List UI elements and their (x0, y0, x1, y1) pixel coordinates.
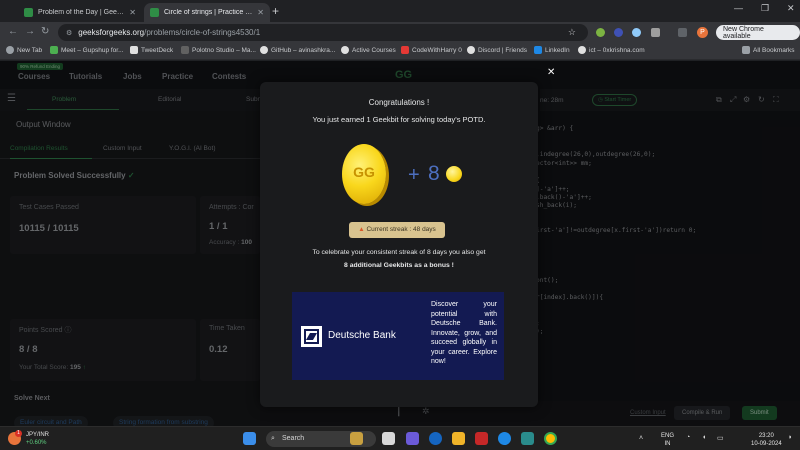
fire-icon: ▲ (358, 226, 365, 233)
extension-icon[interactable] (596, 28, 605, 37)
battery-icon[interactable]: ▭ (717, 434, 724, 442)
sidepanel-icon[interactable] (678, 28, 687, 37)
close-tab-icon[interactable]: ✕ (257, 8, 264, 17)
folder-icon (742, 46, 750, 54)
close-window-icon[interactable]: ✕ (787, 3, 795, 14)
address-bar[interactable]: ⚙ geeksforgeeks.org/problems/circle-of-s… (58, 24, 588, 41)
bookmark-github[interactable]: GitHub – avinashkra... (260, 46, 335, 54)
browser-tab-circle-of-strings[interactable]: Circle of strings | Practice | Geek ✕ (144, 3, 270, 22)
discord-icon (467, 46, 475, 54)
polotno-icon (181, 46, 189, 54)
ticker-change: +0.60% (26, 440, 47, 446)
profile-avatar[interactable]: P (697, 27, 708, 38)
windows-taskbar: 1 JPY/INR +0.60% ⌕ Search ˄ ENG IN ◔ ◖ ▭ 2… (0, 426, 800, 450)
linkedin-icon (534, 46, 542, 54)
browser-tab-potd[interactable]: Problem of the Day | GeeksforG ✕ (18, 3, 142, 22)
celebrate-line-2: 8 additional Geekbits as a bonus ! (344, 262, 454, 269)
geekbit-mini-coin-icon (446, 166, 462, 182)
widgets-badge: 1 (15, 430, 22, 437)
modal-heading: Congratulations ! (368, 98, 430, 107)
chrome-icon[interactable] (544, 432, 557, 445)
extension-icon[interactable] (614, 28, 623, 37)
reload-icon[interactable]: ↻ (41, 26, 49, 37)
ad-text: Discover your potential with Deutsche Ba… (431, 301, 497, 365)
back-icon[interactable]: ← (8, 26, 18, 37)
ad-brand: Deutsche Bank (328, 330, 396, 341)
bookmark-meet[interactable]: Meet – Gupshup for... (50, 46, 124, 54)
streak-badge: ▲ Current streak : 48 days (349, 222, 445, 238)
app-icon[interactable] (521, 432, 534, 445)
globe-icon (578, 46, 586, 54)
globe-icon (341, 46, 349, 54)
site-info-icon[interactable]: ⚙ (66, 29, 72, 37)
url-domain: geeksforgeeks.org (78, 28, 145, 37)
congratulations-modal: Congratulations ! You just earned 1 Geek… (260, 82, 538, 407)
bookmark-active-courses[interactable]: Active Courses (341, 46, 396, 54)
maximize-icon[interactable]: ❐ (761, 3, 769, 14)
extension-icon[interactable] (632, 28, 641, 37)
all-bookmarks[interactable]: All Bookmarks (742, 46, 795, 54)
gfg-favicon-icon (150, 8, 159, 17)
bookmark-ict[interactable]: ict – 0xkrishna.com (578, 46, 645, 54)
tab-title: Problem of the Day | GeeksforG (38, 9, 124, 16)
bookmark-codewithharry[interactable]: CodeWithHarry 0 (401, 46, 462, 54)
edge-icon[interactable] (498, 432, 511, 445)
tab-title: Circle of strings | Practice | Geek (164, 9, 252, 16)
browser-tabstrip: Problem of the Day | GeeksforG ✕ Circle … (0, 0, 800, 22)
ticker-name: JPY/INR (26, 432, 50, 438)
celebrate-line-1: To celebrate your consistent streak of 8… (312, 249, 486, 256)
close-modal-icon[interactable]: ✕ (547, 67, 555, 78)
meet-icon (50, 46, 58, 54)
youtube-icon (401, 46, 409, 54)
windows-start-icon[interactable] (243, 432, 256, 445)
file-explorer-icon[interactable] (452, 432, 465, 445)
deutsche-bank-ad[interactable]: Deutsche Bank Discover your potential wi… (292, 292, 504, 380)
tray-chevron-icon[interactable]: ˄ (639, 435, 643, 442)
system-clock[interactable]: 23:20 10-09-2024 (751, 432, 782, 448)
bonus-plus: + (408, 164, 420, 186)
close-tab-icon[interactable]: ✕ (129, 8, 136, 17)
bookmark-discord[interactable]: Discord | Friends (467, 46, 527, 54)
search-icon: ⌕ (271, 435, 275, 442)
bonus-count: 8 (428, 162, 440, 185)
github-icon (260, 46, 268, 54)
wifi-icon[interactable]: ◔ (686, 434, 690, 441)
bookmarks-bar: New Tab Meet – Gupshup for... TweetDeck … (0, 43, 800, 60)
bookmark-polotno[interactable]: Polotno Studio – Ma... (181, 46, 256, 54)
browser-toolbar: ← → ↻ ⚙ geeksforgeeks.org/problems/circl… (0, 22, 800, 43)
new-tab-icon[interactable]: + (272, 4, 279, 18)
dell-icon[interactable] (429, 432, 442, 445)
teams-icon[interactable] (406, 432, 419, 445)
forward-icon[interactable]: → (25, 26, 35, 37)
notification-bell-icon[interactable]: ◗ (788, 434, 792, 441)
bookmark-star-icon[interactable]: ☆ (568, 27, 576, 38)
extensions-puzzle-icon[interactable] (651, 28, 660, 37)
url-path: /problems/circle-of-strings4530/1 (144, 28, 261, 37)
taskbar-app-icon[interactable] (350, 432, 363, 445)
bookmark-linkedin[interactable]: LinkedIn (534, 46, 570, 54)
modal-subheading: You just earned 1 Geekbit for solving to… (312, 115, 486, 124)
bookmark-tweetdeck[interactable]: TweetDeck (130, 46, 173, 54)
globe-icon (6, 46, 14, 54)
task-view-icon[interactable] (382, 432, 395, 445)
stock-ticker[interactable]: JPY/INR +0.60% (26, 431, 49, 447)
coin-logo-text: GG (353, 164, 375, 180)
language-indicator[interactable]: ENG IN (661, 432, 674, 448)
new-chrome-available-button[interactable]: New Chrome available (716, 25, 800, 40)
minimize-icon[interactable]: — (734, 3, 743, 13)
geekbit-coin-icon: GG (342, 144, 386, 204)
x-logo-icon (130, 46, 138, 54)
bookmark-new-tab[interactable]: New Tab (6, 46, 42, 54)
deutsche-bank-logo-icon (301, 326, 322, 347)
screen: Problem of the Day | GeeksforG ✕ Circle … (0, 0, 800, 450)
mcafee-icon[interactable] (475, 432, 488, 445)
gfg-favicon-icon (24, 8, 33, 17)
volume-icon[interactable]: ◖ (702, 434, 706, 441)
